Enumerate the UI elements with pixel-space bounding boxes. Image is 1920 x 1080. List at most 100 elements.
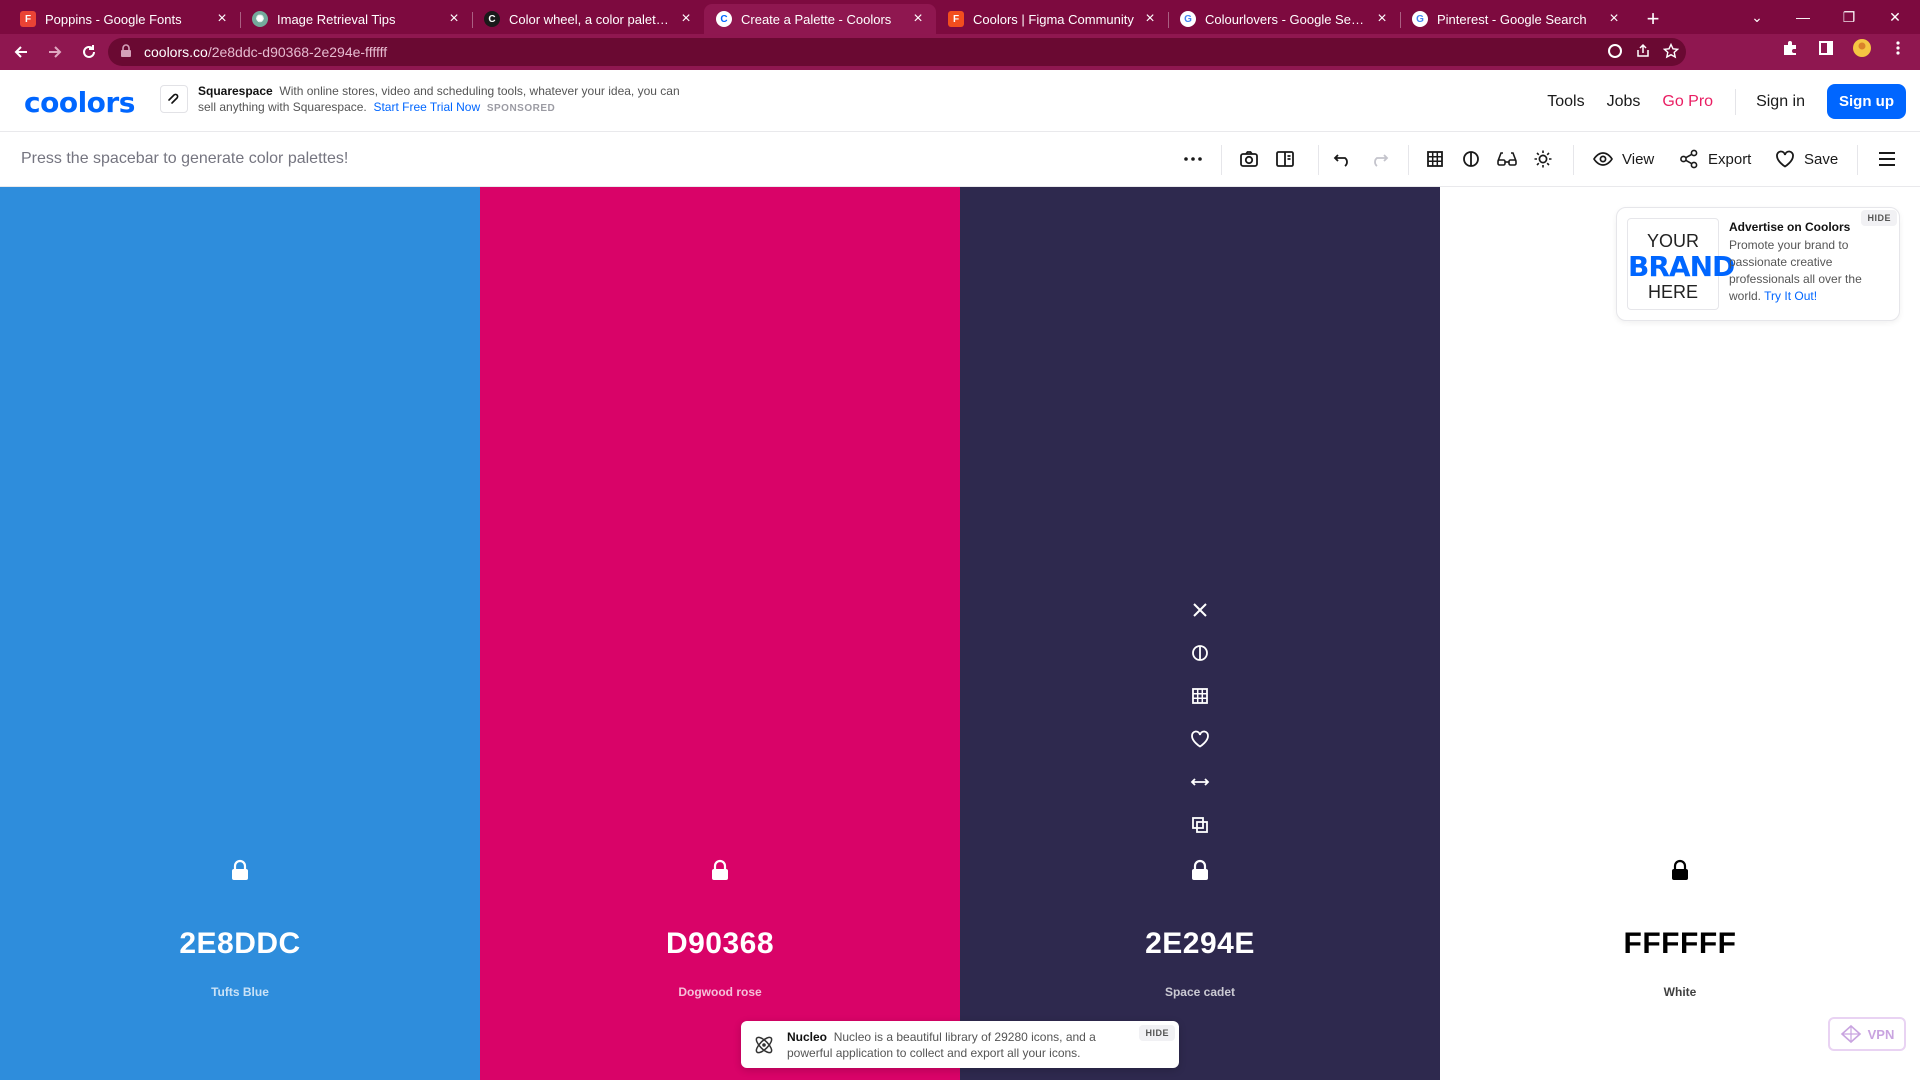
toolbar-divider — [1221, 145, 1222, 175]
color-hex-code[interactable]: 2E294E — [960, 927, 1440, 961]
address-bar[interactable]: coolors.co/2e8ddc-d90368-2e294e-ffffff — [108, 38, 1686, 66]
browser-tab-colourlovers-search[interactable]: G Colourlovers - Google Search × — [1168, 4, 1400, 34]
camera-icon[interactable] — [1236, 146, 1262, 172]
color-hex-code[interactable]: 2E8DDC — [0, 927, 480, 961]
view-label: View — [1622, 150, 1655, 168]
minimize-icon[interactable]: — — [1780, 0, 1826, 34]
restore-icon[interactable]: ❐ — [1826, 0, 1872, 34]
try-it-out-link[interactable]: Try It Out! — [1764, 289, 1817, 303]
nav-go-pro[interactable]: Go Pro — [1662, 93, 1713, 111]
share-icon[interactable] — [1634, 42, 1652, 60]
tab-close-icon[interactable]: × — [1606, 11, 1622, 27]
hamburger-menu-icon[interactable] — [1874, 146, 1900, 172]
tab-close-icon[interactable]: × — [214, 11, 230, 27]
nucleo-atom-icon — [751, 1032, 777, 1058]
eye-icon — [1593, 152, 1613, 166]
nav-tools[interactable]: Tools — [1547, 93, 1584, 111]
browser-tab-google-fonts[interactable]: F Poppins - Google Fonts × — [8, 4, 240, 34]
heart-icon[interactable] — [1187, 726, 1213, 752]
close-window-icon[interactable]: ✕ — [1872, 0, 1918, 34]
browser-tab-adobe-color[interactable]: C Color wheel, a color palette generator… — [472, 4, 704, 34]
google-lens-icon[interactable] — [1606, 42, 1624, 60]
remove-color-icon[interactable] — [1187, 597, 1213, 623]
tab-close-icon[interactable]: × — [678, 11, 694, 27]
profile-avatar[interactable] — [1852, 38, 1872, 58]
nav-jobs[interactable]: Jobs — [1607, 93, 1641, 111]
redo-icon[interactable] — [1366, 146, 1392, 172]
split-view-icon[interactable] — [1272, 146, 1298, 172]
spacebar-hint: Press the spacebar to generate color pal… — [21, 150, 349, 167]
drag-arrows-icon[interactable] — [1187, 769, 1213, 795]
undo-icon[interactable] — [1330, 146, 1356, 172]
url-path: /2e8ddc-d90368-2e294e-ffffff — [207, 44, 388, 60]
view-button[interactable]: View — [1593, 146, 1654, 172]
color-swatch[interactable]: D90368 Dogwood rose — [480, 187, 960, 1080]
tab-close-icon[interactable]: × — [1142, 11, 1158, 27]
lock-icon — [120, 43, 134, 61]
browser-menu-icon[interactable] — [1888, 38, 1908, 58]
color-blindness-glasses-icon[interactable] — [1494, 146, 1520, 172]
coolors-logo[interactable]: coolors — [24, 86, 135, 119]
side-panel-icon[interactable] — [1816, 38, 1836, 58]
browser-tab-figma[interactable]: F Coolors | Figma Community × — [936, 4, 1168, 34]
browser-tab-coolors[interactable]: C Create a Palette - Coolors × — [704, 4, 936, 34]
save-button[interactable]: Save — [1775, 146, 1838, 172]
color-swatch-hovered[interactable]: 2E294E Space cadet — [960, 187, 1440, 1080]
extension-area — [1780, 38, 1908, 58]
color-hex-code[interactable]: FFFFFF — [1440, 927, 1920, 961]
reload-icon[interactable] — [76, 39, 102, 65]
hide-nucleo-button[interactable]: HIDE — [1139, 1025, 1175, 1041]
coolors-icon: C — [716, 11, 732, 27]
hide-ad-button[interactable]: HIDE — [1861, 210, 1897, 226]
back-icon[interactable] — [8, 39, 34, 65]
sponsor-link[interactable]: Start Free Trial Now — [373, 100, 480, 114]
browser-tab-image-retrieval[interactable]: ✺ Image Retrieval Tips × — [240, 4, 472, 34]
adjust-brightness-icon[interactable] — [1530, 146, 1556, 172]
export-button[interactable]: Export — [1679, 146, 1751, 172]
vpn-diamond-icon — [1840, 1024, 1861, 1044]
brand-box-line: HERE — [1647, 282, 1698, 302]
tab-search-icon[interactable]: ⌄ — [1734, 0, 1780, 34]
tab-title: Image Retrieval Tips — [277, 11, 396, 27]
nucleo-ad[interactable]: Nucleo Nucleo is a beautiful library of … — [741, 1021, 1179, 1068]
tab-title: Poppins - Google Fonts — [45, 11, 182, 27]
chatgpt-icon: ✺ — [252, 11, 268, 27]
sponsored-banner[interactable]: Squarespace With online stores, video an… — [160, 83, 700, 119]
new-tab-button[interactable]: + — [1638, 4, 1668, 34]
sign-in-link[interactable]: Sign in — [1756, 93, 1805, 111]
vpn-extension-badge[interactable]: VPN — [1828, 1017, 1906, 1051]
site-header: coolors Squarespace With online stores, … — [0, 70, 1920, 132]
toolbar-divider — [1318, 145, 1319, 175]
tab-close-icon[interactable]: × — [446, 11, 462, 27]
lock-icon[interactable] — [1440, 859, 1920, 881]
shades-grid-icon[interactable] — [1187, 683, 1213, 709]
tab-close-icon[interactable]: × — [1374, 11, 1390, 27]
lock-icon[interactable] — [480, 859, 960, 881]
bookmark-star-icon[interactable] — [1662, 42, 1680, 60]
tab-close-icon[interactable]: × — [910, 11, 926, 27]
copy-icon[interactable] — [1187, 812, 1213, 838]
lock-icon[interactable] — [0, 859, 480, 881]
generator-toolbar: Press the spacebar to generate color pal… — [0, 132, 1920, 187]
lock-icon[interactable] — [960, 859, 1440, 881]
sign-up-button[interactable]: Sign up — [1827, 84, 1906, 119]
nucleo-text-block: Nucleo Nucleo is a beautiful library of … — [787, 1029, 1127, 1061]
toolbar-divider — [1573, 145, 1574, 175]
google-icon: G — [1180, 11, 1196, 27]
more-options-icon[interactable] — [1180, 146, 1206, 172]
color-swatch[interactable]: 2E8DDC Tufts Blue — [0, 187, 480, 1080]
contrast-icon[interactable] — [1187, 640, 1213, 666]
color-name: Tufts Blue — [211, 985, 269, 999]
forward-icon[interactable] — [42, 39, 68, 65]
browser-tab-pinterest-search[interactable]: G Pinterest - Google Search × — [1400, 4, 1632, 34]
advertise-card[interactable]: YOUR BRAND HERE Advertise on Coolors Pro… — [1616, 207, 1900, 321]
tab-title: Color wheel, a color palette generator |… — [509, 11, 672, 27]
contrast-icon[interactable] — [1458, 146, 1484, 172]
palette-grid-icon[interactable] — [1422, 146, 1448, 172]
extensions-puzzle-icon[interactable] — [1780, 38, 1800, 58]
browser-tab-strip: F Poppins - Google Fonts × ✺ Image Retri… — [0, 0, 1920, 34]
share-nodes-icon — [1680, 149, 1698, 169]
brand-box-line: BRAND — [1628, 250, 1735, 283]
tab-title: Coolors | Figma Community — [973, 11, 1134, 27]
color-hex-code[interactable]: D90368 — [480, 927, 960, 961]
